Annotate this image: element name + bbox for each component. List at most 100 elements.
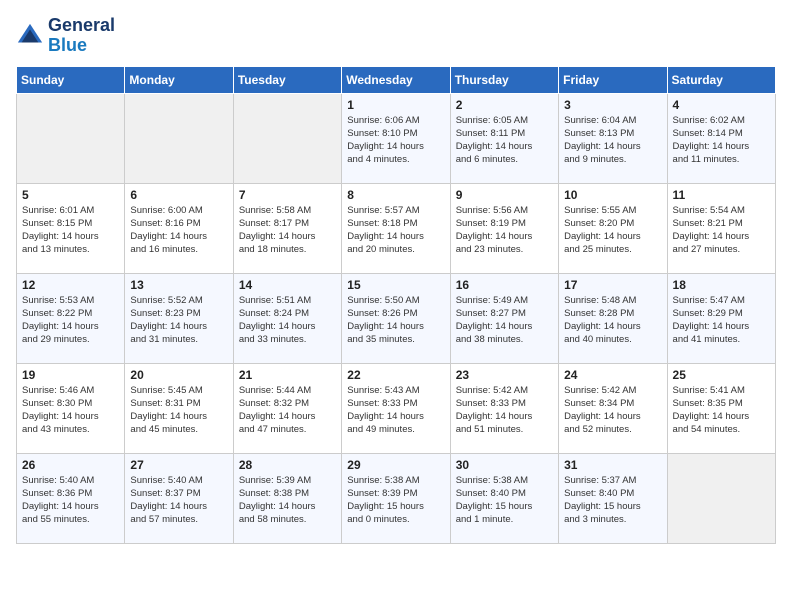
calendar-body: 1Sunrise: 6:06 AM Sunset: 8:10 PM Daylig… — [17, 93, 776, 543]
day-info: Sunrise: 5:40 AM Sunset: 8:37 PM Dayligh… — [130, 474, 227, 527]
day-number: 24 — [564, 368, 661, 382]
calendar-cell: 2 Sunrise: 6:05 AM Sunset: 8:11 PM Daylig… — [450, 93, 558, 183]
day-info: Sunrise: 5:40 AM Sunset: 8:36 PM Dayligh… — [22, 474, 119, 527]
day-info: Sunrise: 5:49 AM Sunset: 8:27 PM Dayligh… — [456, 294, 553, 347]
day-info: Sunrise: 5:51 AM Sunset: 8:24 PM Dayligh… — [239, 294, 336, 347]
day-number: 2 — [456, 98, 553, 112]
calendar-week-2: 5Sunrise: 6:01 AM Sunset: 8:15 PM Daylig… — [17, 183, 776, 273]
day-number: 17 — [564, 278, 661, 292]
day-info: Sunrise: 6:05 AM Sunset: 8:11 PM Dayligh… — [456, 114, 553, 167]
weekday-header-sunday: Sunday — [17, 66, 125, 93]
calendar-cell: 14 Sunrise: 5:51 AM Sunset: 8:24 PM Dayli… — [233, 273, 341, 363]
calendar-header: SundayMondayTuesdayWednesdayThursdayFrid… — [17, 66, 776, 93]
calendar-table: SundayMondayTuesdayWednesdayThursdayFrid… — [16, 66, 776, 544]
day-info: Sunrise: 5:52 AM Sunset: 8:23 PM Dayligh… — [130, 294, 227, 347]
calendar-cell: 7Sunrise: 5:58 AM Sunset: 8:17 PM Daylig… — [233, 183, 341, 273]
day-number: 14 — [239, 278, 336, 292]
day-number: 7 — [239, 188, 336, 202]
day-info: Sunrise: 5:57 AM Sunset: 8:18 PM Dayligh… — [347, 204, 444, 257]
day-info: Sunrise: 5:38 AM Sunset: 8:40 PM Dayligh… — [456, 474, 553, 527]
day-info: Sunrise: 5:46 AM Sunset: 8:30 PM Dayligh… — [22, 384, 119, 437]
day-number: 16 — [456, 278, 553, 292]
day-info: Sunrise: 5:41 AM Sunset: 8:35 PM Dayligh… — [673, 384, 770, 437]
calendar-cell: 8 Sunrise: 5:57 AM Sunset: 8:18 PM Daylig… — [342, 183, 450, 273]
calendar-cell: 23 Sunrise: 5:42 AM Sunset: 8:33 PM Dayli… — [450, 363, 558, 453]
calendar-cell — [125, 93, 233, 183]
logo-icon — [16, 22, 44, 50]
calendar-cell: 5Sunrise: 6:01 AM Sunset: 8:15 PM Daylig… — [17, 183, 125, 273]
calendar-cell: 22 Sunrise: 5:43 AM Sunset: 8:33 PM Dayli… — [342, 363, 450, 453]
calendar-cell: 25Sunrise: 5:41 AM Sunset: 8:35 PM Dayli… — [667, 363, 775, 453]
day-number: 10 — [564, 188, 661, 202]
calendar-cell: 29 Sunrise: 5:38 AM Sunset: 8:39 PM Dayli… — [342, 453, 450, 543]
day-number: 21 — [239, 368, 336, 382]
weekday-header-saturday: Saturday — [667, 66, 775, 93]
day-info: Sunrise: 5:48 AM Sunset: 8:28 PM Dayligh… — [564, 294, 661, 347]
day-info: Sunrise: 5:38 AM Sunset: 8:39 PM Dayligh… — [347, 474, 444, 527]
calendar-week-4: 19 Sunrise: 5:46 AM Sunset: 8:30 PM Dayli… — [17, 363, 776, 453]
day-number: 19 — [22, 368, 119, 382]
calendar-cell — [667, 453, 775, 543]
calendar-cell: 21 Sunrise: 5:44 AM Sunset: 8:32 PM Dayli… — [233, 363, 341, 453]
day-info: Sunrise: 5:45 AM Sunset: 8:31 PM Dayligh… — [130, 384, 227, 437]
logo: General Blue — [16, 16, 115, 56]
day-number: 22 — [347, 368, 444, 382]
weekday-header-wednesday: Wednesday — [342, 66, 450, 93]
calendar-week-5: 26 Sunrise: 5:40 AM Sunset: 8:36 PM Dayli… — [17, 453, 776, 543]
day-info: Sunrise: 5:44 AM Sunset: 8:32 PM Dayligh… — [239, 384, 336, 437]
day-number: 4 — [673, 98, 770, 112]
calendar-week-1: 1Sunrise: 6:06 AM Sunset: 8:10 PM Daylig… — [17, 93, 776, 183]
calendar-cell: 15 Sunrise: 5:50 AM Sunset: 8:26 PM Dayli… — [342, 273, 450, 363]
day-info: Sunrise: 5:39 AM Sunset: 8:38 PM Dayligh… — [239, 474, 336, 527]
calendar-cell — [17, 93, 125, 183]
calendar-cell: 10 Sunrise: 5:55 AM Sunset: 8:20 PM Dayli… — [559, 183, 667, 273]
weekday-header-tuesday: Tuesday — [233, 66, 341, 93]
calendar-cell: 4 Sunrise: 6:02 AM Sunset: 8:14 PM Daylig… — [667, 93, 775, 183]
day-info: Sunrise: 5:42 AM Sunset: 8:34 PM Dayligh… — [564, 384, 661, 437]
day-info: Sunrise: 5:43 AM Sunset: 8:33 PM Dayligh… — [347, 384, 444, 437]
calendar-cell: 9Sunrise: 5:56 AM Sunset: 8:19 PM Daylig… — [450, 183, 558, 273]
calendar-cell: 12 Sunrise: 5:53 AM Sunset: 8:22 PM Dayli… — [17, 273, 125, 363]
calendar-cell: 11Sunrise: 5:54 AM Sunset: 8:21 PM Dayli… — [667, 183, 775, 273]
calendar-cell: 30 Sunrise: 5:38 AM Sunset: 8:40 PM Dayli… — [450, 453, 558, 543]
calendar-cell: 6 Sunrise: 6:00 AM Sunset: 8:16 PM Daylig… — [125, 183, 233, 273]
day-number: 28 — [239, 458, 336, 472]
day-info: Sunrise: 5:47 AM Sunset: 8:29 PM Dayligh… — [673, 294, 770, 347]
calendar-cell: 28 Sunrise: 5:39 AM Sunset: 8:38 PM Dayli… — [233, 453, 341, 543]
calendar-cell: 26 Sunrise: 5:40 AM Sunset: 8:36 PM Dayli… — [17, 453, 125, 543]
day-number: 20 — [130, 368, 227, 382]
calendar-cell: 3Sunrise: 6:04 AM Sunset: 8:13 PM Daylig… — [559, 93, 667, 183]
day-info: Sunrise: 5:53 AM Sunset: 8:22 PM Dayligh… — [22, 294, 119, 347]
day-number: 5 — [22, 188, 119, 202]
calendar-cell: 24 Sunrise: 5:42 AM Sunset: 8:34 PM Dayli… — [559, 363, 667, 453]
day-number: 31 — [564, 458, 661, 472]
calendar-cell: 17 Sunrise: 5:48 AM Sunset: 8:28 PM Dayli… — [559, 273, 667, 363]
day-number: 15 — [347, 278, 444, 292]
day-info: Sunrise: 6:04 AM Sunset: 8:13 PM Dayligh… — [564, 114, 661, 167]
calendar-cell: 13Sunrise: 5:52 AM Sunset: 8:23 PM Dayli… — [125, 273, 233, 363]
day-info: Sunrise: 5:54 AM Sunset: 8:21 PM Dayligh… — [673, 204, 770, 257]
day-number: 30 — [456, 458, 553, 472]
calendar-cell: 19 Sunrise: 5:46 AM Sunset: 8:30 PM Dayli… — [17, 363, 125, 453]
day-number: 29 — [347, 458, 444, 472]
day-info: Sunrise: 5:50 AM Sunset: 8:26 PM Dayligh… — [347, 294, 444, 347]
day-info: Sunrise: 6:00 AM Sunset: 8:16 PM Dayligh… — [130, 204, 227, 257]
day-info: Sunrise: 6:02 AM Sunset: 8:14 PM Dayligh… — [673, 114, 770, 167]
day-info: Sunrise: 6:06 AM Sunset: 8:10 PM Dayligh… — [347, 114, 444, 167]
day-info: Sunrise: 5:42 AM Sunset: 8:33 PM Dayligh… — [456, 384, 553, 437]
day-number: 18 — [673, 278, 770, 292]
calendar-week-3: 12 Sunrise: 5:53 AM Sunset: 8:22 PM Dayli… — [17, 273, 776, 363]
day-number: 23 — [456, 368, 553, 382]
calendar-cell: 31Sunrise: 5:37 AM Sunset: 8:40 PM Dayli… — [559, 453, 667, 543]
day-info: Sunrise: 5:56 AM Sunset: 8:19 PM Dayligh… — [456, 204, 553, 257]
day-info: Sunrise: 5:55 AM Sunset: 8:20 PM Dayligh… — [564, 204, 661, 257]
weekday-row: SundayMondayTuesdayWednesdayThursdayFrid… — [17, 66, 776, 93]
weekday-header-thursday: Thursday — [450, 66, 558, 93]
day-number: 8 — [347, 188, 444, 202]
calendar-cell: 1Sunrise: 6:06 AM Sunset: 8:10 PM Daylig… — [342, 93, 450, 183]
calendar-cell: 27Sunrise: 5:40 AM Sunset: 8:37 PM Dayli… — [125, 453, 233, 543]
calendar-cell: 20 Sunrise: 5:45 AM Sunset: 8:31 PM Dayli… — [125, 363, 233, 453]
day-number: 6 — [130, 188, 227, 202]
day-number: 26 — [22, 458, 119, 472]
day-number: 12 — [22, 278, 119, 292]
